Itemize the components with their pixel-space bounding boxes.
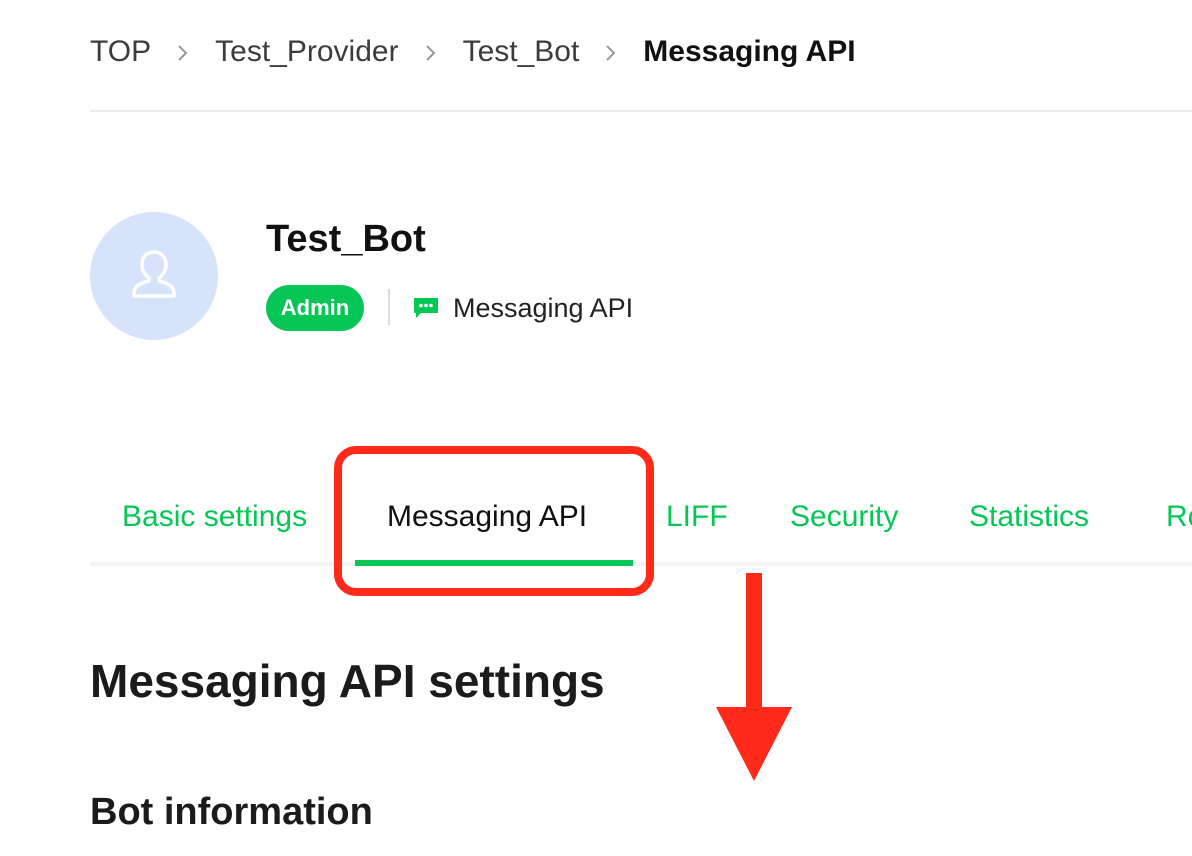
chevron-right-icon (579, 39, 643, 65)
channel-type-label: Messaging API (453, 292, 634, 323)
breadcrumb-top[interactable]: TOP (90, 35, 151, 69)
page-section-title: Messaging API settings (90, 655, 605, 707)
down-arrow-icon (716, 573, 792, 781)
chevron-right-icon (151, 39, 215, 65)
header-divider (90, 110, 1192, 112)
tab-liff[interactable]: LIFF (666, 500, 728, 534)
tab-security[interactable]: Security (790, 500, 898, 534)
breadcrumb: TOP Test_Provider Test_Bot Messaging API (90, 30, 856, 74)
tabs-baseline (90, 562, 1192, 566)
breadcrumb-channel[interactable]: Test_Bot (463, 35, 580, 69)
subsection-title: Bot information (90, 791, 373, 833)
chevron-right-icon (399, 39, 463, 65)
channel-name: Test_Bot (266, 218, 426, 260)
breadcrumb-current: Messaging API (643, 35, 856, 68)
user-icon (126, 246, 182, 307)
tab-roles[interactable]: Ro (1166, 500, 1192, 534)
role-badge: Admin (266, 285, 364, 331)
tab-statistics[interactable]: Statistics (969, 500, 1089, 534)
channel-type: Messaging API (413, 289, 633, 327)
tab-basic-settings[interactable]: Basic settings (122, 500, 307, 534)
channel-avatar (90, 212, 218, 340)
breadcrumb-provider[interactable]: Test_Provider (215, 35, 398, 69)
chat-bubble-icon (413, 297, 439, 319)
tab-messaging-api[interactable]: Messaging API (387, 500, 587, 534)
active-tab-indicator (355, 560, 633, 566)
badge-divider (388, 289, 390, 325)
